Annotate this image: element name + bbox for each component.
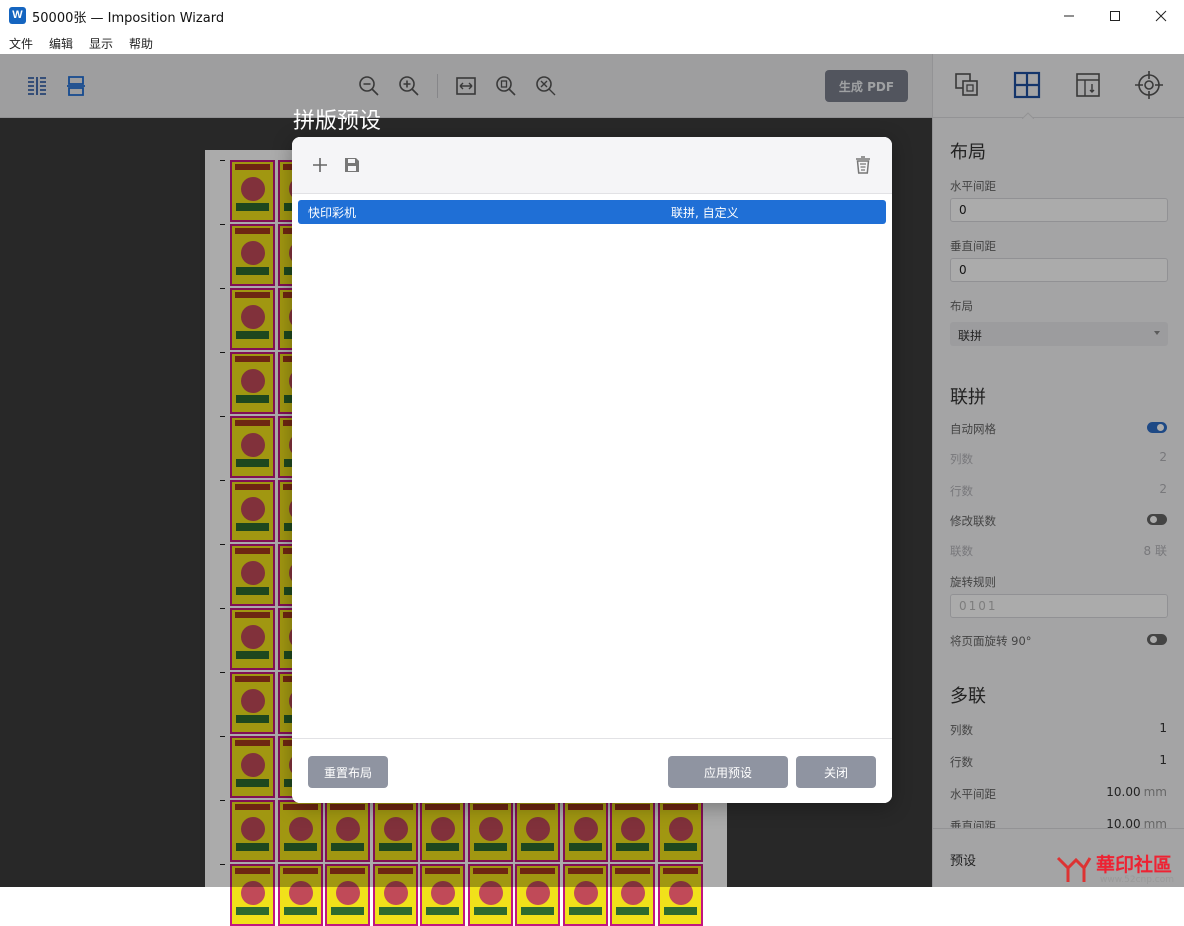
maximize-icon (1110, 10, 1120, 21)
menu-edit[interactable]: 编辑 (49, 35, 73, 52)
add-icon[interactable] (310, 155, 330, 175)
dialog-toolbar (292, 137, 892, 194)
preset-row-selected[interactable]: 快印彩机 联拼, 自定义 (298, 200, 886, 224)
menu-view[interactable]: 显示 (89, 35, 113, 52)
close-dialog-button[interactable]: 关闭 (796, 756, 876, 788)
app-icon: W (9, 7, 26, 24)
close-icon (1155, 10, 1167, 21)
maximize-button[interactable] (1092, 0, 1138, 31)
menu-help[interactable]: 帮助 (129, 35, 153, 52)
menu-bar: 文件 编辑 显示 帮助 (0, 31, 1184, 54)
watermark-logo: 華印社區 www.52cnp.com (1056, 848, 1184, 887)
minimize-icon (1064, 15, 1074, 16)
watermark-text: 華印社區 (1096, 854, 1173, 876)
watermark-logo-icon (1056, 856, 1092, 882)
preset-name: 快印彩机 (308, 206, 357, 220)
preset-description: 联拼, 自定义 (671, 206, 739, 220)
menu-file[interactable]: 文件 (9, 35, 33, 52)
delete-icon[interactable] (853, 155, 873, 175)
window-title: 50000张 — Imposition Wizard (32, 11, 225, 26)
reset-layout-button[interactable]: 重置布局 (308, 756, 388, 788)
close-window-button[interactable] (1138, 0, 1184, 31)
minimize-button[interactable] (1046, 0, 1092, 31)
save-icon[interactable] (342, 155, 362, 175)
dialog-footer: 重置布局 应用预设 关闭 (292, 738, 892, 803)
title-bar: W 50000张 — Imposition Wizard (0, 0, 1184, 31)
presets-dialog: 快印彩机 联拼, 自定义 重置布局 应用预设 关闭 (292, 137, 892, 803)
dialog-title: 拼版预设 (293, 109, 382, 134)
watermark-url: www.52cnp.com (1100, 875, 1175, 885)
apply-preset-button[interactable]: 应用预设 (668, 756, 788, 788)
